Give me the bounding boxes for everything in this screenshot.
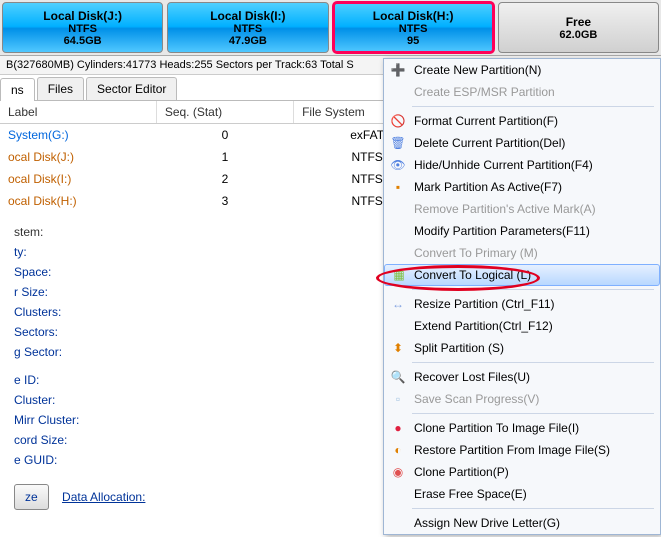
menu-item-label: Create ESP/MSR Partition [414,85,555,99]
menu-item-label: Create New Partition(N) [414,63,541,77]
menu-item-label: Delete Current Partition(Del) [414,136,565,150]
menu-item-label: Resize Partition (Ctrl_F11) [414,297,554,311]
tab-sector-editor[interactable]: Sector Editor [86,77,177,100]
menu-item: Convert To Primary (M) [384,242,660,264]
menu-icon: 👁 [390,157,406,173]
menu-icon: ▦ [391,267,407,283]
menu-item-label: Assign New Drive Letter(G) [414,516,560,530]
col-seq[interactable]: Seq. (Stat) [156,101,293,124]
menu-item-label: Convert To Logical (L) [414,268,531,282]
menu-item-label: Restore Partition From Image File(S) [414,443,610,457]
menu-item[interactable]: Erase Free Space(E) [384,483,660,505]
menu-icon: 🗑 [390,135,406,151]
menu-item[interactable]: ◉ Clone Partition(P) [384,461,660,483]
menu-item[interactable]: ◐ Restore Partition From Image File(S) [384,439,660,461]
menu-item[interactable]: ↔ Resize Partition (Ctrl_F11) [384,293,660,315]
menu-item: Create ESP/MSR Partition [384,81,660,103]
menu-item-label: Recover Lost Files(U) [414,370,530,384]
menu-item-label: Mark Partition As Active(F7) [414,180,562,194]
menu-item[interactable]: ➕ Create New Partition(N) [384,59,660,81]
menu-item[interactable]: Assign New Drive Letter(G) [384,512,660,534]
menu-icon: ◉ [390,464,406,480]
disk-button-j[interactable]: Local Disk(J:)NTFS64.5GB [2,2,163,53]
menu-item[interactable]: 👁 Hide/Unhide Current Partition(F4) [384,154,660,176]
data-allocation-link[interactable]: Data Allocation: [62,487,145,507]
col-label[interactable]: Label [0,101,156,124]
menu-item-label: Clone Partition(P) [414,465,509,479]
menu-item: ▫ Save Scan Progress(V) [384,388,660,410]
menu-item[interactable]: 🚫 Format Current Partition(F) [384,110,660,132]
menu-icon: ➕ [390,62,406,78]
menu-item[interactable]: 🗑 Delete Current Partition(Del) [384,132,660,154]
menu-item-label: Hide/Unhide Current Partition(F4) [414,158,593,172]
menu-item: Remove Partition's Active Mark(A) [384,198,660,220]
tab-files[interactable]: Files [37,77,84,100]
menu-icon: 🔍 [390,369,406,385]
disk-button-free[interactable]: Free62.0GB [498,2,659,53]
menu-icon: ◐ [390,442,406,458]
disk-button-i[interactable]: Local Disk(I:)NTFS47.9GB [167,2,328,53]
disk-bar: Local Disk(J:)NTFS64.5GB Local Disk(I:)N… [0,0,661,56]
context-menu: ➕ Create New Partition(N) Create ESP/MSR P… [383,58,661,535]
menu-item-label: Extend Partition(Ctrl_F12) [414,319,553,333]
menu-item[interactable]: ⬍ Split Partition (S) [384,337,660,359]
menu-item-label: Split Partition (S) [414,341,504,355]
menu-item-label: Convert To Primary (M) [414,246,538,260]
tab-partitions[interactable]: ns [0,78,35,101]
menu-icon: 🚫 [390,113,406,129]
disk-button-h[interactable]: Local Disk(H:)NTFS95 [333,2,494,53]
menu-icon: ⬍ [390,340,406,356]
menu-item-label: Save Scan Progress(V) [414,392,539,406]
menu-icon: ● [390,420,406,436]
menu-item[interactable]: Modify Partition Parameters(F11) [384,220,660,242]
menu-item-label: Clone Partition To Image File(I) [414,421,579,435]
menu-item[interactable]: Extend Partition(Ctrl_F12) [384,315,660,337]
menu-icon: ↔ [390,296,406,312]
menu-item-label: Remove Partition's Active Mark(A) [414,202,596,216]
menu-icon: ▫ [390,391,406,407]
analyze-button[interactable]: ze [14,484,49,510]
menu-item[interactable]: ● Clone Partition To Image File(I) [384,417,660,439]
menu-item-label: Format Current Partition(F) [414,114,558,128]
menu-item[interactable]: 🔍 Recover Lost Files(U) [384,366,660,388]
menu-item-label: Erase Free Space(E) [414,487,527,501]
menu-item-label: Modify Partition Parameters(F11) [414,224,590,238]
menu-icon: ▪ [390,179,406,195]
menu-item[interactable]: ▪ Mark Partition As Active(F7) [384,176,660,198]
menu-item[interactable]: ▦ Convert To Logical (L) [384,264,660,286]
